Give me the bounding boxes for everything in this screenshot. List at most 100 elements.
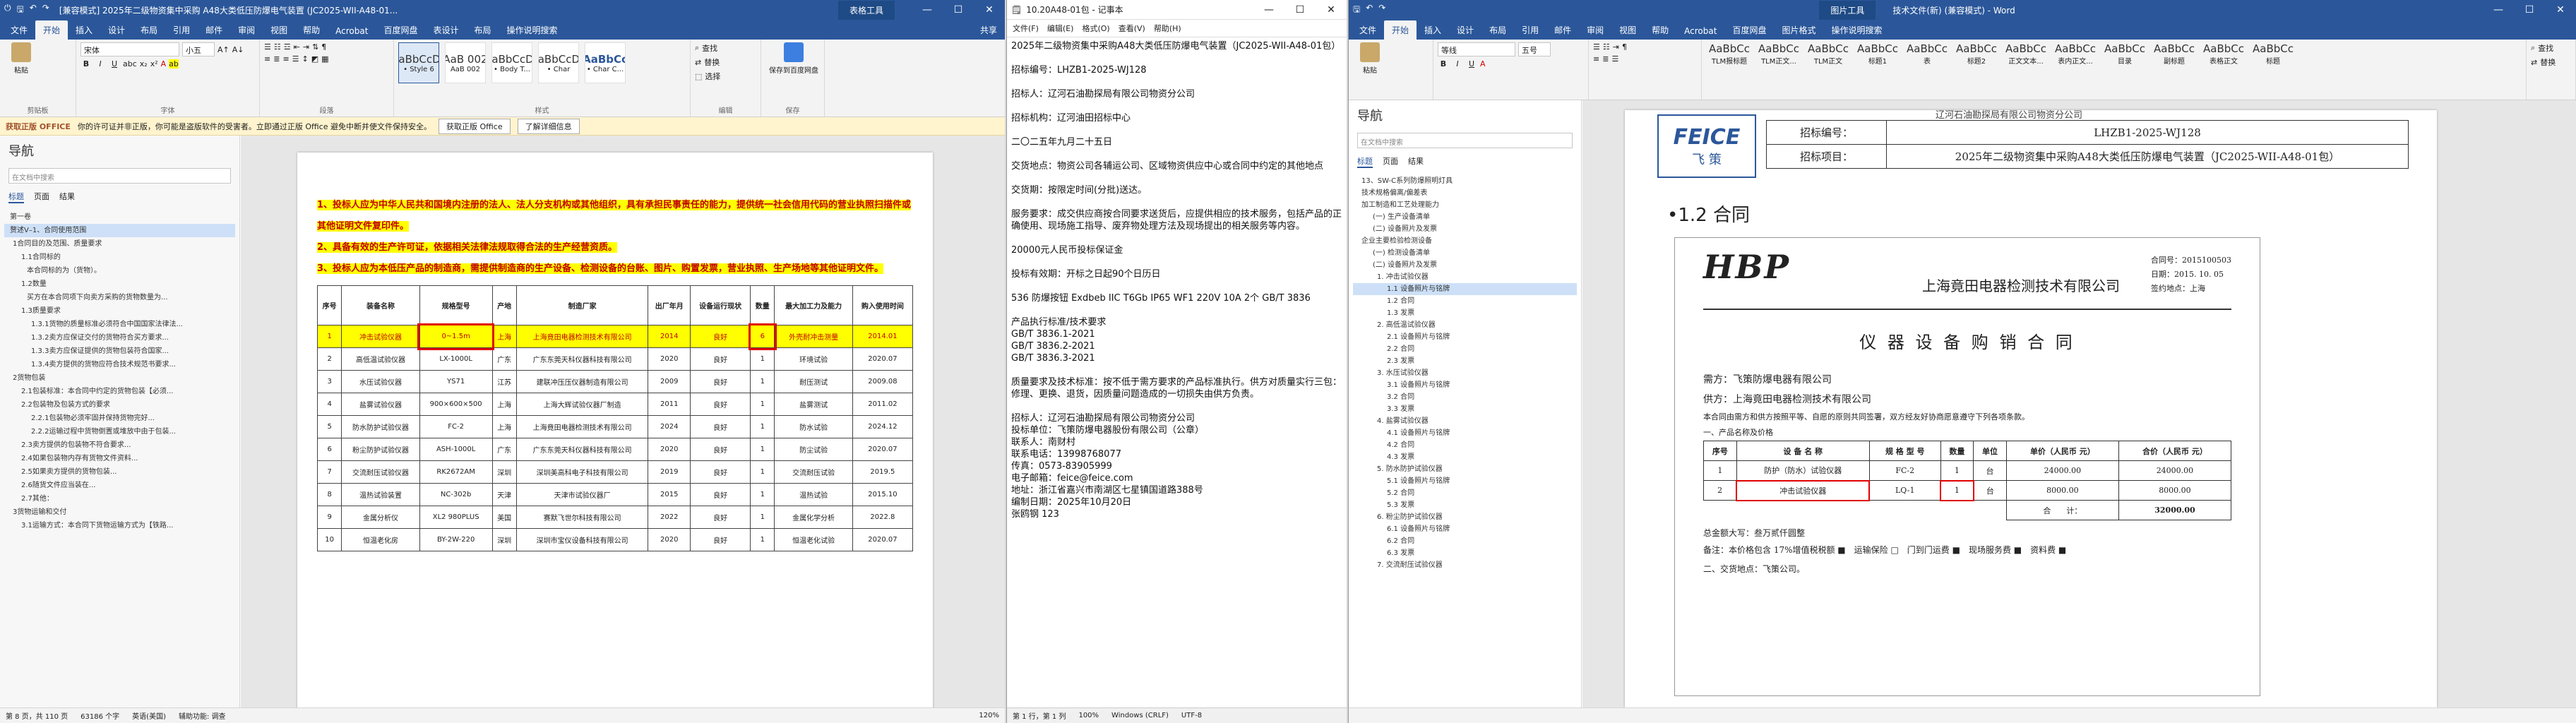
ribbon-tab[interactable]: 文件 (1352, 20, 1384, 40)
nav-heading-item[interactable]: 买方在本合同项下向卖方采购的货物数量为... (4, 291, 235, 304)
select-button[interactable]: ⬚ 选择 (695, 71, 756, 82)
bullets-icon[interactable]: ☰ (1593, 42, 1600, 52)
nav-heading-item[interactable]: 1合同目的及范围、质量要求 (4, 237, 235, 251)
nav-heading-item[interactable]: 2.2 合同 (1353, 343, 1577, 355)
style-gallery-item[interactable]: AaBbCcDc• Style 6 (398, 42, 439, 83)
ribbon-tab[interactable]: 布局 (133, 20, 165, 40)
ribbon-tab[interactable]: 设计 (100, 20, 133, 40)
paste-button[interactable]: 粘贴 (1353, 42, 1387, 75)
nav-heading-item[interactable]: 5. 防水防护试验仪器 (1353, 463, 1577, 475)
grow-font-icon[interactable]: A↑ (217, 45, 229, 54)
nav-heading-item[interactable]: 5.3 发票 (1353, 499, 1577, 511)
nav-heading-item[interactable]: 1.3 发票 (1353, 307, 1577, 319)
bold-button[interactable]: B (80, 59, 92, 68)
ribbon-tab[interactable]: 视图 (1611, 20, 1644, 40)
italic-button[interactable]: I (1452, 59, 1463, 68)
nav-heading-item[interactable]: 技术规格偏离/偏差表 (1353, 187, 1577, 199)
underline-button[interactable]: U (1466, 59, 1477, 68)
font-color-button[interactable]: A (161, 59, 167, 68)
nav-heading-item[interactable]: 2. 高低温试验仪器 (1353, 319, 1577, 331)
nav-heading-item[interactable]: 1.1 设备照片与铭牌 (1353, 283, 1577, 295)
nav-heading-item[interactable]: 3货物运输和交付 (4, 506, 235, 519)
nav-heading-item[interactable]: 6.3 发票 (1353, 547, 1577, 559)
notepad-menu-item[interactable]: 格式(O) (1082, 23, 1109, 34)
maximize-button[interactable]: ☐ (943, 4, 974, 16)
replace-button[interactable]: ⇄ 替换 (695, 56, 756, 68)
nav-heading-item[interactable]: (二) 设备照片及发票 (1353, 223, 1577, 235)
align-center-icon[interactable]: ≣ (273, 54, 280, 64)
line-spacing-icon[interactable]: ↕ (302, 54, 309, 64)
ribbon-tab[interactable]: 开始 (1384, 20, 1417, 40)
minimize-button[interactable]: — (2483, 4, 2514, 16)
font-size-select[interactable]: 小五 (182, 42, 215, 56)
ribbon-tab[interactable]: 布局 (466, 20, 499, 40)
ribbon-tab[interactable]: 审阅 (230, 20, 263, 40)
ribbon-tab[interactable]: 视图 (263, 20, 295, 40)
nav-heading-item[interactable]: 5.2 合同 (1353, 487, 1577, 499)
nav-heading-item[interactable]: 第一卷 (4, 210, 235, 224)
ribbon-tab[interactable]: 引用 (1514, 20, 1546, 40)
find-button[interactable]: ⌕ 查找 (2531, 42, 2571, 54)
nav-heading-item[interactable]: 2.7其他： (4, 492, 235, 506)
justify-icon[interactable]: ☰ (292, 54, 299, 64)
nav-heading-item[interactable]: 1.3质量要求 (4, 304, 235, 318)
increase-indent-icon[interactable]: ⇥ (303, 42, 309, 52)
nav-heading-item[interactable]: 13、SW-C系列防爆照明灯具 (1353, 175, 1577, 187)
nav-tab[interactable]: 页面 (34, 191, 49, 203)
nav-heading-item[interactable]: 2.5如果卖方提供的货物包装... (4, 465, 235, 479)
nav-heading-item[interactable]: 4. 盐雾试验仪器 (1353, 415, 1577, 427)
help-search-box[interactable]: 操作说明搜索 (499, 20, 566, 40)
nav-heading-item[interactable]: 2.1 设备照片与铭牌 (1353, 331, 1577, 343)
maximize-button[interactable]: ☐ (2514, 4, 2545, 16)
style-gallery-item[interactable]: AaBbCc 副标题 (2151, 42, 2198, 66)
close-button[interactable]: ✕ (1316, 4, 1347, 16)
nav-heading-item[interactable]: 2.4如果包装物内存有货物文件资料... (4, 452, 235, 465)
shrink-font-icon[interactable]: A↓ (232, 45, 244, 54)
style-gallery-item[interactable]: AaBbCc TLM正文 (1805, 42, 1852, 66)
bold-button[interactable]: B (1438, 59, 1449, 68)
nav-heading-item[interactable]: 6. 粉尘防护试验仪器 (1353, 511, 1577, 523)
nav-heading-item[interactable]: 加工制造和工艺处理能力 (1353, 199, 1577, 211)
ribbon-tab[interactable]: 插入 (68, 20, 100, 40)
nav-tab[interactable]: 结果 (1408, 155, 1424, 168)
ribbon-tab[interactable]: 邮件 (1546, 20, 1579, 40)
highlight-button[interactable]: ab (169, 59, 179, 68)
save-icon[interactable]: 🖫 (1353, 3, 1360, 18)
nav-heading-item[interactable]: (一) 生产设备清单 (1353, 211, 1577, 223)
nav-heading-item[interactable]: 1.3.4卖方提供的货物应符合技术规范书要求... (4, 358, 235, 371)
maximize-button[interactable]: ☐ (1284, 4, 1316, 16)
nav-heading-item[interactable]: 3.1运输方式：本合同下货物运输方式为【铁路... (4, 519, 235, 532)
nav-heading-item[interactable]: 1.2 合同 (1353, 295, 1577, 307)
sort-icon[interactable]: ⇅ (312, 42, 318, 52)
nav-heading-item[interactable]: 3.2 合同 (1353, 391, 1577, 403)
align-center-icon[interactable]: ≣ (1602, 54, 1609, 64)
nav-tab[interactable]: 标题 (8, 191, 24, 203)
nav-heading-item[interactable]: 6.1 设备照片与铭牌 (1353, 523, 1577, 535)
ribbon-tab[interactable]: 审阅 (1579, 20, 1611, 40)
nav-heading-item[interactable]: (二) 设备照片及发票 (1353, 259, 1577, 271)
notepad-text[interactable]: 2025年二级物资集中采购A48大类低压防爆电气装置（JC2025-WII-A4… (1007, 37, 1347, 535)
strikethrough-button[interactable]: abc (123, 59, 137, 68)
nav-heading-item[interactable]: 1.3.3卖方应保证提供的货物包装符合国家... (4, 345, 235, 358)
nav-heading-item[interactable]: 6.2 合同 (1353, 535, 1577, 547)
style-gallery-item[interactable]: AaBbCc 标题 (2250, 42, 2296, 66)
notepad-menu-item[interactable]: 帮助(H) (1154, 23, 1181, 34)
nav-heading-item[interactable]: 1.3.2卖方应保证交付的货物符合买方要求... (4, 331, 235, 345)
find-button[interactable]: ⌕ 查找 (695, 42, 756, 54)
font-name-select[interactable]: 宋体 (80, 42, 179, 56)
style-gallery-item[interactable]: AaBbCcDc• Body T... (491, 42, 532, 83)
font-color-button[interactable]: A (1480, 59, 1486, 68)
ribbon-tab[interactable]: 帮助 (1644, 20, 1676, 40)
nav-heading-item[interactable]: 2.2.2运输过程中货物倒置或堆放中由于包装... (4, 425, 235, 438)
undo-icon[interactable]: ↶ (30, 3, 37, 18)
minimize-button[interactable]: — (1253, 4, 1284, 16)
nav-heading-item[interactable]: 企业主要检验检测设备 (1353, 235, 1577, 247)
minimize-button[interactable]: — (912, 4, 943, 16)
nav-heading-item[interactable]: (一) 检测设备清单 (1353, 247, 1577, 259)
nav-heading-item[interactable]: 4.2 合同 (1353, 439, 1577, 451)
nav-heading-item[interactable]: 4.3 发票 (1353, 451, 1577, 463)
zoom-level[interactable]: 120% (979, 712, 999, 719)
ribbon-tab[interactable]: 表设计 (425, 20, 466, 40)
style-gallery-item[interactable]: AaBbCcDd• Char (538, 42, 579, 83)
style-gallery-item[interactable]: AaBbCc 表格正文 (2200, 42, 2247, 66)
